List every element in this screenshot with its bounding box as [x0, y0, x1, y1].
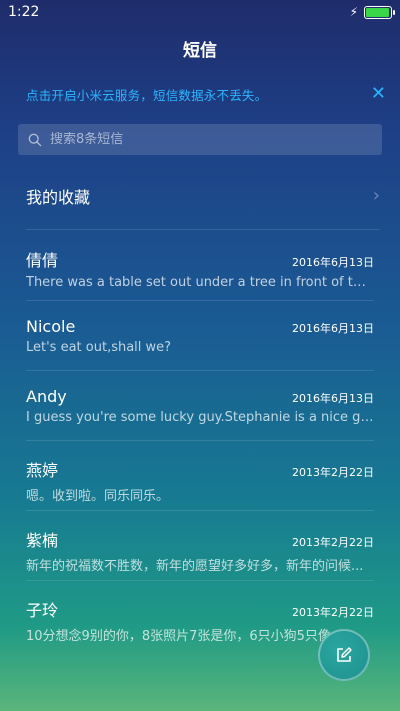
message-preview: There was a table set out under a tree i…	[26, 275, 374, 290]
message-preview: Let's eat out,shall we?	[26, 340, 172, 355]
compose-button[interactable]	[318, 629, 370, 681]
message-item[interactable]: 紫楠 2013年2月22日 新年的祝福数不胜数，新年的愿望好多好多，新年的问候.…	[26, 511, 374, 581]
battery-icon	[364, 5, 395, 19]
message-preview: 10分想念9别的你，8张照片7张是你，6只小狗5只像你，4...	[26, 629, 346, 644]
banner-text[interactable]: 点击开启小米云服务，短信数据永不丢失。	[26, 85, 267, 104]
cloud-service-banner[interactable]: 点击开启小米云服务，短信数据永不丢失。 ✕	[0, 80, 400, 108]
message-sender: Nicole	[26, 317, 76, 336]
message-item[interactable]: Nicole 2016年6月13日 Let's eat out,shall we…	[26, 301, 374, 371]
message-date: 2016年6月13日	[292, 392, 374, 405]
favorites-row[interactable]: 我的收藏 ›	[26, 162, 380, 230]
status-icons: ⚡	[349, 5, 395, 19]
status-time: 1:22	[8, 4, 40, 20]
chevron-right-icon: ›	[372, 185, 380, 206]
status-bar: 1:22 ⚡	[0, 0, 400, 24]
message-preview: 新年的祝福数不胜数，新年的愿望好多好多，新年的问候...	[26, 559, 364, 574]
favorites-label: 我的收藏	[26, 187, 91, 207]
search-icon	[28, 133, 42, 146]
message-date: 2016年6月13日	[292, 322, 374, 335]
message-date: 2013年2月22日	[292, 466, 374, 479]
banner-close-icon[interactable]: ✕	[371, 85, 386, 103]
compose-icon	[337, 647, 352, 662]
charging-icon: ⚡	[349, 5, 358, 19]
message-item[interactable]: Andy 2016年6月13日 I guess you're some luck…	[26, 371, 374, 441]
message-sender: Andy	[26, 387, 67, 406]
message-sender: 倩倩	[26, 251, 59, 270]
search-bar[interactable]	[18, 124, 382, 155]
message-sender: 紫楠	[26, 531, 59, 550]
message-sender: 燕婷	[26, 461, 59, 480]
battery-fill	[366, 7, 389, 17]
message-date: 2013年2月22日	[292, 536, 374, 549]
search-input[interactable]	[50, 132, 382, 147]
message-list: 倩倩 2016年6月13日 There was a table set out …	[26, 231, 374, 651]
message-date: 2016年6月13日	[292, 256, 374, 269]
message-date: 2013年2月22日	[292, 606, 374, 619]
message-preview: I guess you're some lucky guy.Stephanie …	[26, 410, 374, 425]
message-item[interactable]: 倩倩 2016年6月13日 There was a table set out …	[26, 231, 374, 301]
message-item[interactable]: 燕婷 2013年2月22日 嗯。收到啦。同乐同乐。	[26, 441, 374, 511]
message-preview: 嗯。收到啦。同乐同乐。	[26, 489, 170, 504]
message-sender: 子玲	[26, 601, 59, 620]
page-title: 短信	[183, 41, 217, 61]
